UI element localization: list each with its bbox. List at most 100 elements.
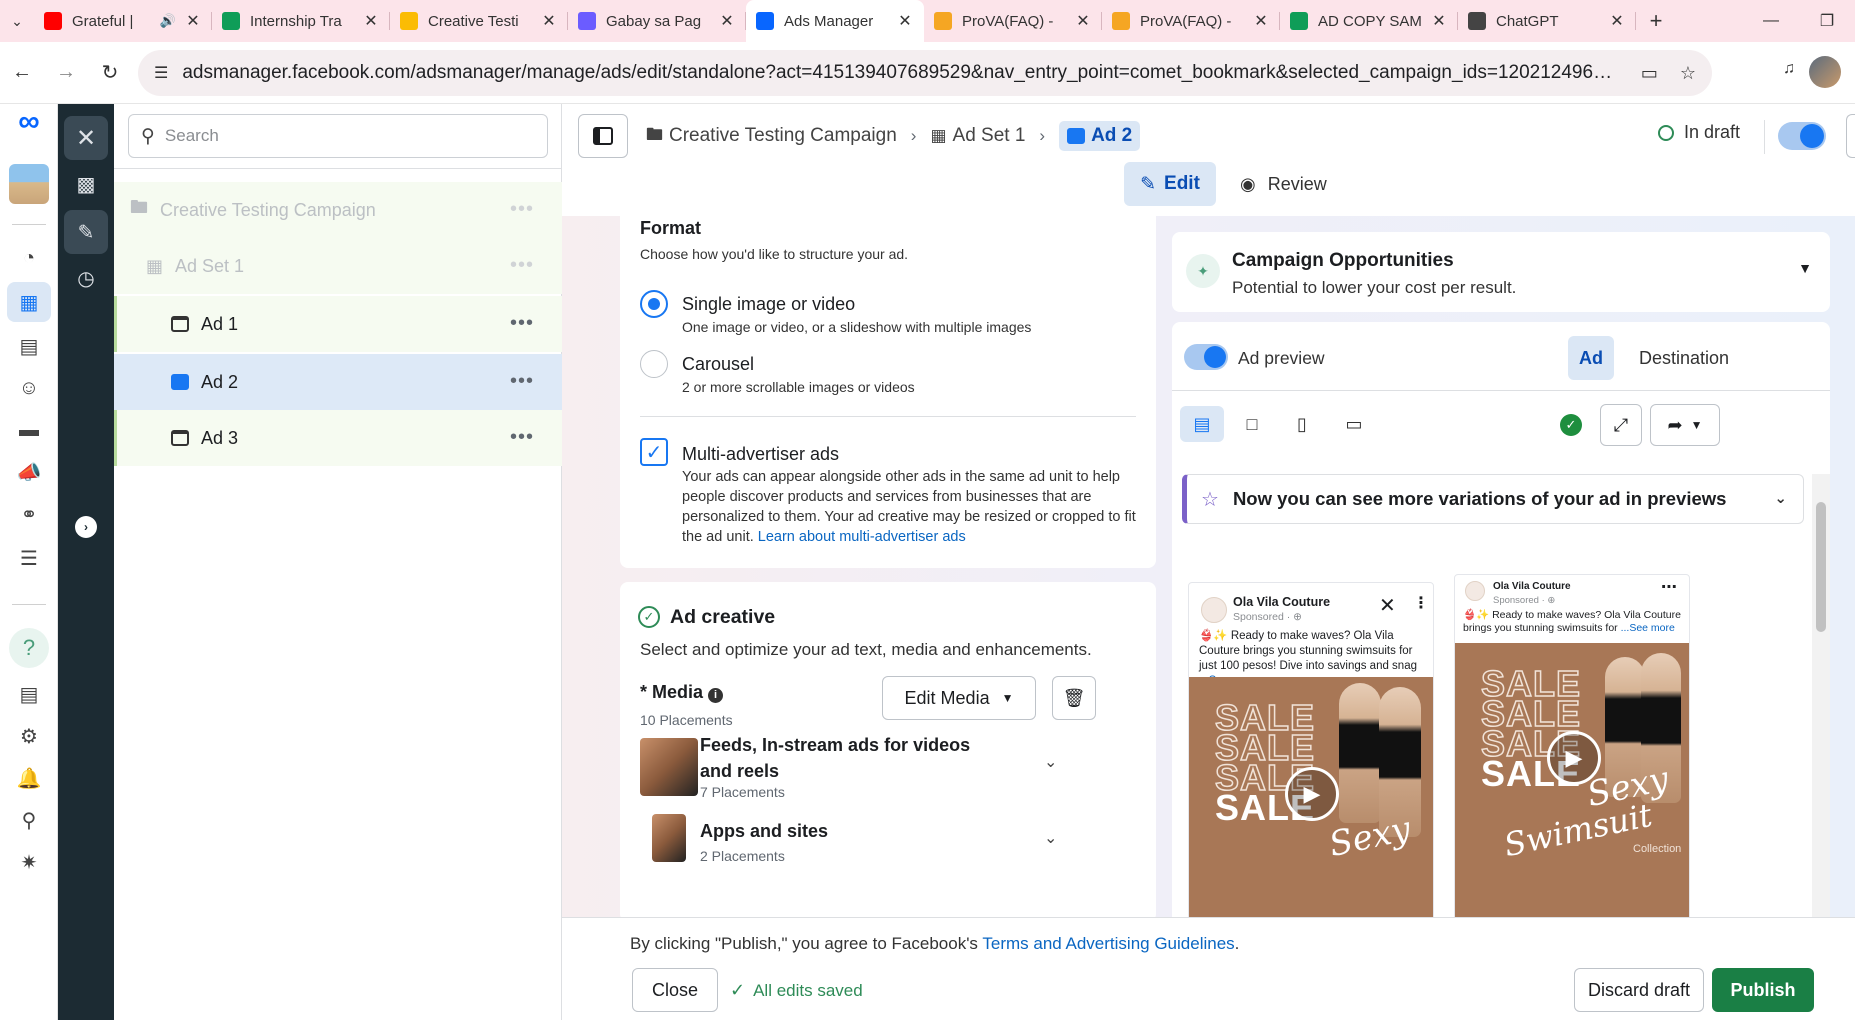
- bar-chart-icon[interactable]: ▩: [64, 162, 108, 206]
- crumb-adset[interactable]: ▦ Ad Set 1: [930, 125, 1025, 147]
- caret-down-icon[interactable]: ▼: [1798, 260, 1812, 276]
- tab-ad[interactable]: Ad: [1568, 336, 1614, 380]
- business-network-icon[interactable]: ⚭: [0, 494, 58, 534]
- preview-scrollbar-thumb[interactable]: [1816, 502, 1826, 632]
- ad-on-off-toggle[interactable]: [1778, 122, 1826, 150]
- dashboard-gauge-icon[interactable]: ◔: [0, 238, 58, 278]
- single-image-radio[interactable]: [640, 290, 668, 318]
- discard-draft-button[interactable]: Discard draft: [1574, 968, 1704, 1012]
- tab-close-icon[interactable]: ✕: [184, 11, 202, 31]
- carousel-title[interactable]: Carousel: [682, 354, 754, 375]
- help-icon[interactable]: ?: [9, 628, 49, 668]
- crumb-ad[interactable]: Ad 2: [1059, 121, 1141, 151]
- back-arrow-icon[interactable]: ←: [0, 51, 44, 95]
- browser-tab-3[interactable]: Gabay sa Pag ✕: [568, 0, 746, 42]
- account-avatar[interactable]: [0, 162, 58, 206]
- minimize-icon[interactable]: —: [1743, 0, 1799, 42]
- profile-avatar[interactable]: [1809, 56, 1841, 88]
- horizontal-format-icon[interactable]: ▭: [1332, 406, 1376, 442]
- tree-item-adset[interactable]: ▦ Ad Set 1 •••: [114, 238, 562, 294]
- site-settings-icon[interactable]: ☰: [154, 63, 168, 83]
- more-button[interactable]: [1846, 114, 1855, 158]
- tab-close-icon[interactable]: ✕: [1074, 11, 1092, 31]
- reports-icon[interactable]: ▤: [0, 326, 58, 366]
- notifications-bell-icon[interactable]: 🔔: [0, 758, 58, 798]
- preview-variations-banner[interactable]: ☆ Now you can see more variations of you…: [1182, 474, 1804, 524]
- edit-tab-button[interactable]: ✎ Edit: [1124, 162, 1216, 206]
- browser-tab-4[interactable]: Ads Manager ✕: [746, 0, 924, 42]
- forward-arrow-icon[interactable]: →: [44, 51, 88, 95]
- tab-close-icon[interactable]: ✕: [540, 11, 558, 31]
- campaign-opportunities-card[interactable]: ✦ Campaign Opportunities Potential to lo…: [1172, 232, 1830, 312]
- tree-item-campaign[interactable]: 🖿 Creative Testing Campaign •••: [114, 182, 562, 238]
- browser-tab-8[interactable]: ChatGPT ✕: [1458, 0, 1636, 42]
- chevron-down-icon[interactable]: ⌄: [1044, 828, 1057, 848]
- tree-item-ad-2[interactable]: Ad 2 •••: [114, 354, 562, 410]
- more-options-icon[interactable]: •••: [510, 312, 534, 335]
- close-editor-icon[interactable]: ✕: [64, 116, 108, 160]
- browser-tab-6[interactable]: ProVA(FAQ) - ✕: [1102, 0, 1280, 42]
- placement-feeds-title[interactable]: Feeds, In-stream ads for videos and reel…: [700, 732, 990, 784]
- share-preview-button[interactable]: ➦ ▼: [1650, 404, 1720, 446]
- edit-pencil-icon[interactable]: ✎: [64, 210, 108, 254]
- close-button[interactable]: Close: [632, 968, 718, 1012]
- tab-destination[interactable]: Destination: [1624, 336, 1744, 380]
- tab-close-icon[interactable]: ✕: [896, 11, 914, 31]
- crumb-campaign[interactable]: 🖿 Creative Testing Campaign: [646, 122, 897, 151]
- vertical-format-icon[interactable]: ▯: [1280, 406, 1324, 442]
- reload-icon[interactable]: ↻: [88, 51, 132, 95]
- expand-chevron-icon[interactable]: ›: [75, 516, 97, 538]
- tree-item-ad-1[interactable]: Ad 1 •••: [114, 296, 562, 352]
- new-tab-button[interactable]: +: [1636, 0, 1676, 42]
- square-format-icon[interactable]: □: [1230, 406, 1274, 442]
- single-image-title[interactable]: Single image or video: [682, 294, 855, 315]
- tab-close-icon[interactable]: ✕: [1430, 11, 1448, 31]
- speaker-icon[interactable]: 🔊: [160, 13, 176, 29]
- edit-media-button[interactable]: Edit Media ▼: [882, 676, 1036, 720]
- media-controls-icon[interactable]: ♫: [1783, 60, 1795, 78]
- news-icon[interactable]: ▤: [0, 674, 58, 714]
- multi-advertiser-checkbox[interactable]: ✓: [640, 438, 668, 466]
- settings-gear-icon[interactable]: ⚙: [0, 716, 58, 756]
- browser-tab-5[interactable]: ProVA(FAQ) - ✕: [924, 0, 1102, 42]
- all-placements-icon[interactable]: ▤: [1180, 406, 1224, 442]
- audiences-icon[interactable]: ☺: [0, 368, 58, 408]
- chevron-down-icon[interactable]: ⌄: [1774, 489, 1787, 507]
- campaigns-table-icon[interactable]: ▦: [7, 282, 51, 322]
- tab-close-icon[interactable]: ✕: [1252, 11, 1270, 31]
- tree-search-input[interactable]: ⚲ Search: [128, 114, 548, 158]
- address-bar[interactable]: ☰ adsmanager.facebook.com/adsmanager/man…: [138, 50, 1712, 96]
- browser-tab-0[interactable]: Grateful | 🔊 ✕: [34, 0, 212, 42]
- browser-tab-2[interactable]: Creative Testi ✕: [390, 0, 568, 42]
- more-options-icon[interactable]: •••: [510, 426, 534, 449]
- tab-search-chevron-icon[interactable]: ⌄: [0, 0, 34, 42]
- search-icon[interactable]: ⚲: [0, 800, 58, 840]
- expand-preview-button[interactable]: ⤢: [1600, 404, 1642, 446]
- more-options-icon[interactable]: •••: [510, 198, 534, 221]
- placement-apps-title[interactable]: Apps and sites: [700, 818, 828, 844]
- megaphone-icon[interactable]: 📣: [0, 452, 58, 492]
- restore-icon[interactable]: ❐: [1799, 0, 1855, 42]
- tab-close-icon[interactable]: ✕: [1608, 11, 1626, 31]
- info-icon[interactable]: i: [708, 688, 724, 703]
- toggle-panel-button[interactable]: [578, 114, 628, 158]
- url-text[interactable]: adsmanager.facebook.com/adsmanager/manag…: [182, 62, 1619, 84]
- bug-report-icon[interactable]: ✷: [0, 842, 58, 882]
- review-tab-button[interactable]: ◉ Review: [1240, 162, 1327, 206]
- browser-tab-1[interactable]: Internship Tra ✕: [212, 0, 390, 42]
- more-options-icon[interactable]: •••: [510, 254, 534, 277]
- install-app-icon[interactable]: ▭: [1641, 63, 1658, 84]
- chevron-down-icon[interactable]: ⌄: [1044, 752, 1057, 772]
- billing-card-icon[interactable]: ▬: [0, 410, 58, 450]
- multi-advertiser-title[interactable]: Multi-advertiser ads: [682, 444, 839, 465]
- browser-tab-7[interactable]: AD COPY SAM ✕: [1280, 0, 1458, 42]
- more-options-icon[interactable]: •••: [510, 370, 534, 393]
- tab-close-icon[interactable]: ✕: [718, 11, 736, 31]
- terms-link[interactable]: Terms and Advertising Guidelines: [982, 934, 1234, 953]
- ad-preview-toggle[interactable]: [1184, 344, 1228, 370]
- bookmark-star-icon[interactable]: ☆: [1680, 63, 1696, 84]
- history-clock-icon[interactable]: ◷: [64, 256, 108, 300]
- delete-media-button[interactable]: 🗑: [1052, 676, 1096, 720]
- publish-button[interactable]: Publish: [1712, 968, 1814, 1012]
- all-tools-menu-icon[interactable]: ☰: [0, 538, 58, 578]
